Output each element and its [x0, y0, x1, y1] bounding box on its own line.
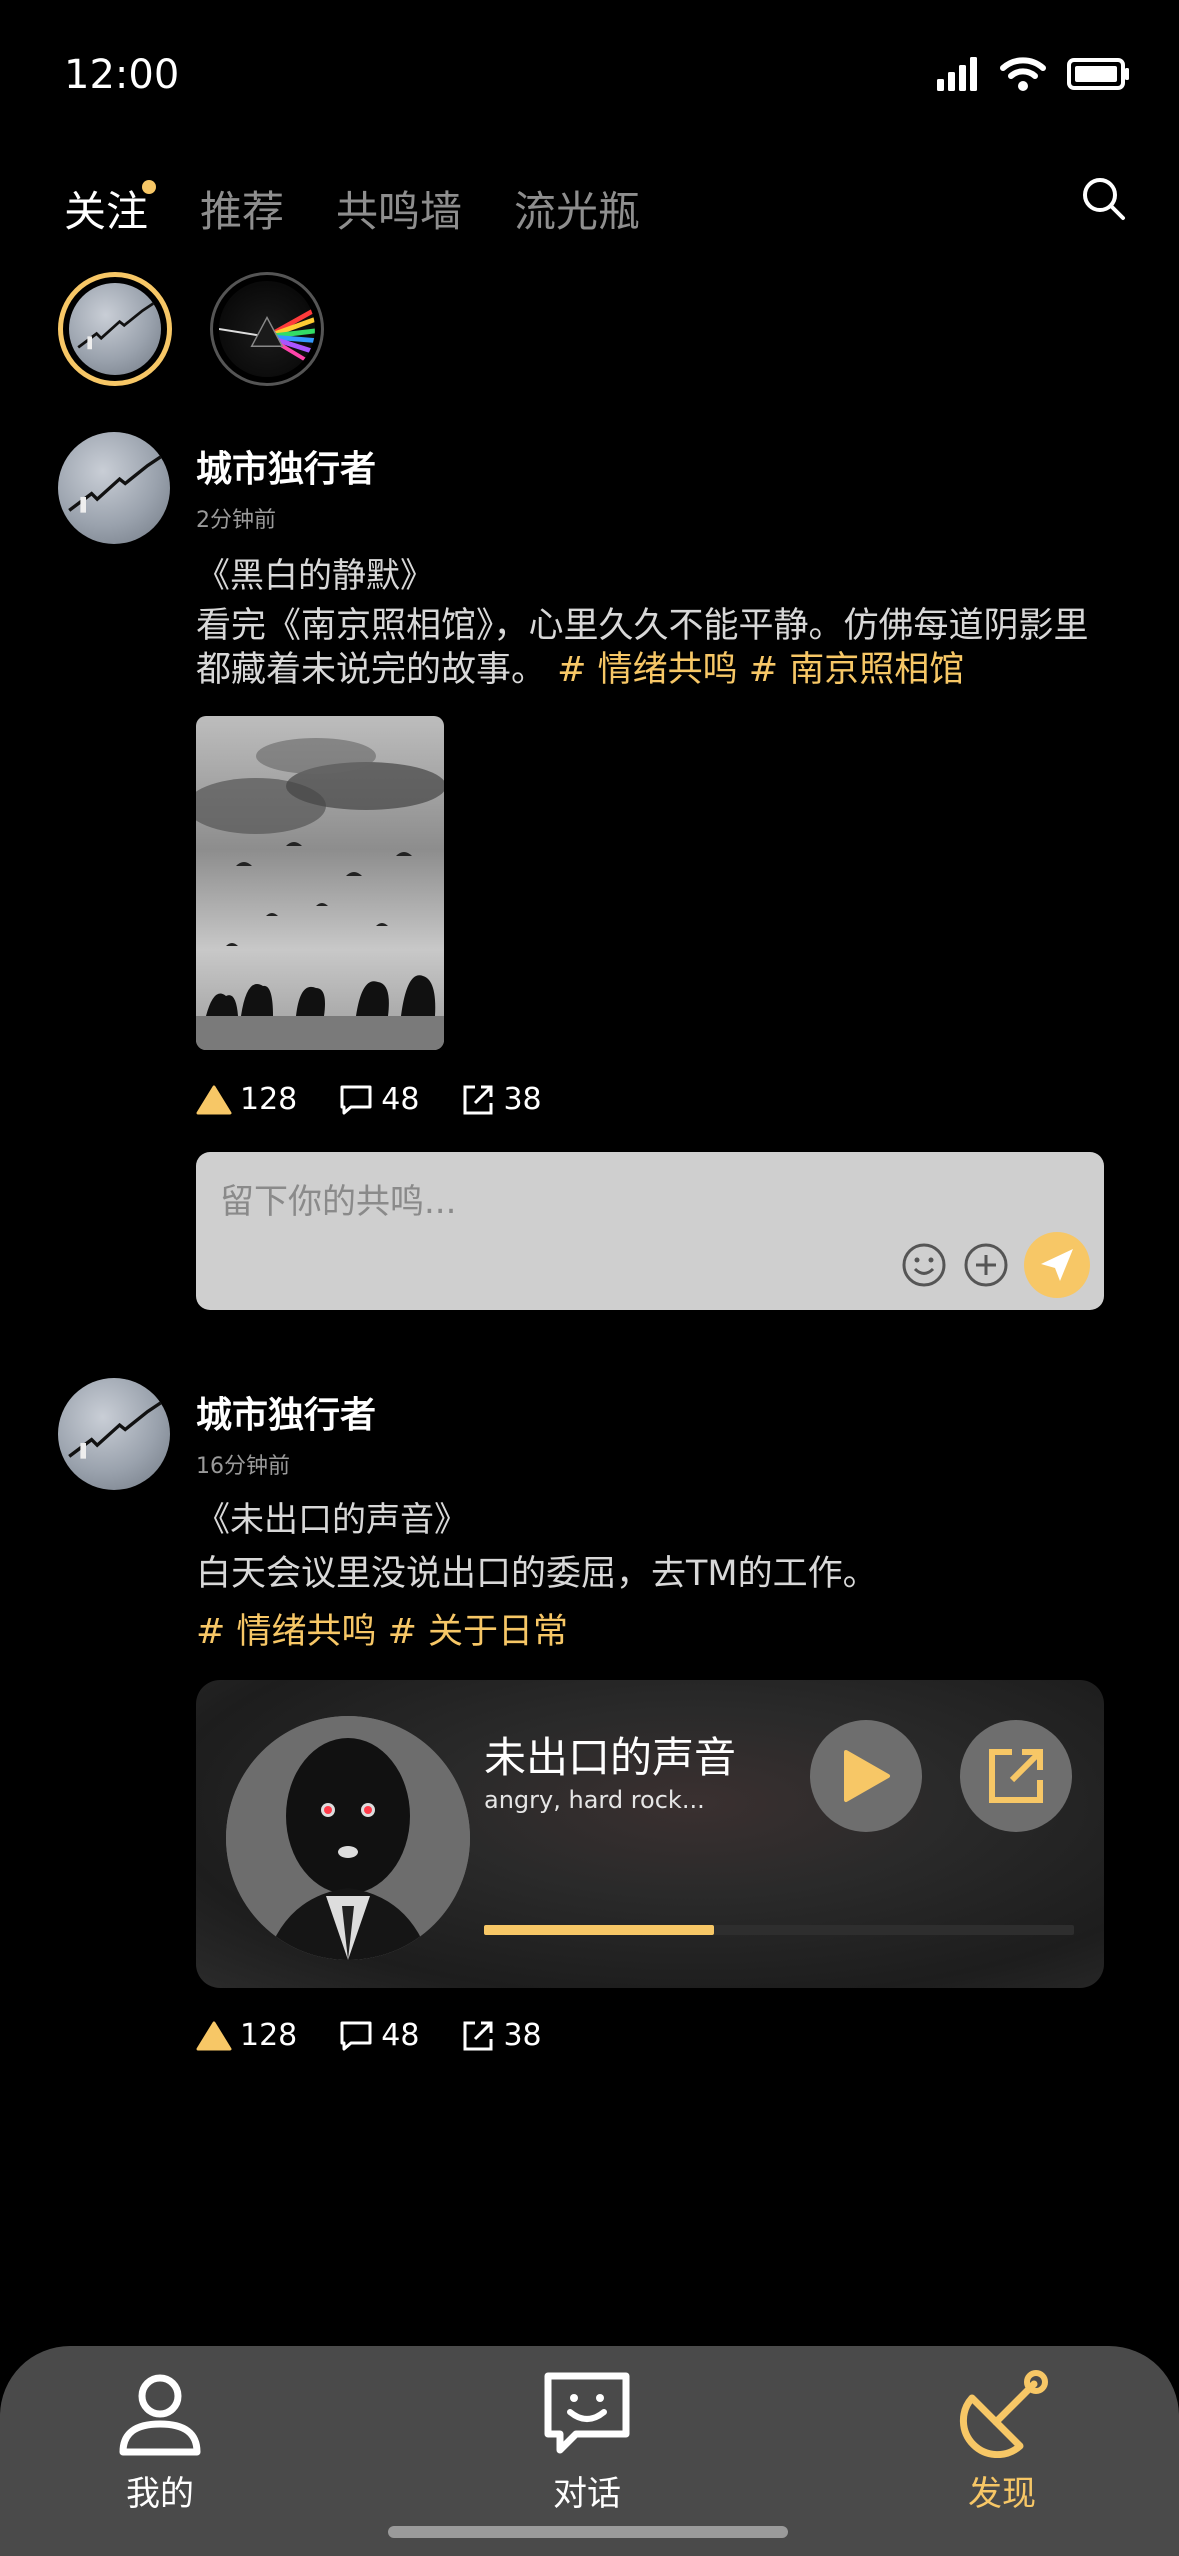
music-progress-fill: [484, 1925, 715, 1935]
search-icon: [1083, 178, 1125, 220]
wifi-icon: [1000, 57, 1046, 91]
music-title: 未出口的声音: [484, 1733, 737, 1782]
emoji-icon[interactable]: [900, 1241, 948, 1289]
author-name[interactable]: 城市独行者: [196, 1386, 376, 1438]
nav-item-me[interactable]: 我的: [70, 2368, 250, 2515]
like-count: 128: [240, 1082, 298, 1117]
bottom-nav: 我的 对话 发现: [0, 2346, 1179, 2556]
hashtag[interactable]: # 情绪共鸣: [557, 650, 737, 690]
comment-tools: [900, 1232, 1090, 1298]
comment-icon: [340, 1085, 372, 1114]
share-count: 38: [503, 1082, 542, 1117]
tab-label: 推荐: [200, 187, 285, 236]
post-time: 16分钟前: [196, 1454, 290, 1479]
post-actions: 128 48 38: [196, 1082, 542, 1117]
add-icon[interactable]: [962, 1241, 1010, 1289]
like-button[interactable]: 128: [196, 1082, 297, 1117]
battery-icon: [1067, 58, 1129, 90]
person-icon: [119, 2374, 201, 2456]
author-avatar[interactable]: [58, 1378, 170, 1490]
nav-label: 我的: [126, 2474, 194, 2514]
tab-label: 关注: [64, 187, 149, 236]
tab-recommend[interactable]: 推荐: [200, 178, 284, 239]
status-time: 12:00: [64, 52, 180, 98]
like-button[interactable]: 128: [196, 2018, 297, 2053]
nav-label: 发现: [968, 2474, 1036, 2514]
post-title: 《未出口的声音》: [196, 1500, 468, 1540]
notification-dot: [142, 180, 157, 194]
hashtag[interactable]: # 关于日常: [388, 1612, 568, 1652]
play-icon: [844, 1750, 890, 1802]
share-music-button[interactable]: [960, 1720, 1072, 1832]
author-name[interactable]: 城市独行者: [196, 440, 376, 492]
hashtag[interactable]: # 情绪共鸣: [196, 1612, 376, 1652]
nav-item-chat[interactable]: 对话: [497, 2368, 677, 2515]
post-body: 白天会议里没说出口的委屈，去TM的工作。 # 情绪共鸣 # 关于日常: [196, 1552, 1116, 1654]
chat-icon: [544, 2372, 630, 2454]
hashtag[interactable]: # 南京照相馆: [749, 650, 964, 690]
discover-icon: [959, 2370, 1048, 2458]
home-indicator: [388, 2526, 788, 2538]
nav-label: 对话: [553, 2474, 621, 2514]
signal-icon: [937, 57, 977, 91]
share-button[interactable]: 38: [461, 2018, 542, 2053]
post-title: 《黑白的静默》: [196, 556, 434, 596]
music-card[interactable]: 未出口的声音 angry, hard rock...: [196, 1680, 1104, 1988]
author-avatar[interactable]: [58, 432, 170, 544]
top-tabs: 关注 推荐 共鸣墙 流光瓶: [64, 178, 640, 239]
tab-label: 共鸣墙: [336, 187, 463, 236]
share-icon: [463, 2021, 493, 2050]
triangle-like-icon: [196, 1085, 232, 1114]
post-body: 看完《南京照相馆》，心里久久不能平静。仿佛每道阴影里都藏着未说完的故事。 # 情…: [196, 604, 1116, 692]
comment-button[interactable]: 48: [339, 2018, 419, 2053]
music-progress[interactable]: [484, 1925, 1074, 1935]
share-button[interactable]: 38: [461, 1082, 542, 1117]
send-icon: [1041, 1249, 1073, 1281]
tab-light-bottle[interactable]: 流光瓶: [514, 178, 640, 239]
tab-resonance-wall[interactable]: 共鸣墙: [336, 178, 462, 239]
post-body-text: 白天会议里没说出口的委屈，去TM的工作。: [196, 1554, 878, 1594]
like-count: 128: [240, 2018, 298, 2053]
music-cover-art: [226, 1716, 470, 1960]
play-button[interactable]: [810, 1720, 922, 1832]
comment-placeholder: 留下你的共鸣...: [220, 1182, 457, 1222]
comment-count: 48: [381, 1082, 420, 1117]
send-button[interactable]: [1024, 1232, 1090, 1298]
nav-item-discover[interactable]: 发现: [912, 2368, 1092, 2515]
tab-label: 流光瓶: [514, 187, 641, 236]
comment-count: 48: [381, 2018, 420, 2053]
tab-follow[interactable]: 关注: [64, 178, 157, 239]
status-bar: 12:00: [0, 0, 1179, 160]
external-share-icon: [989, 1749, 1043, 1803]
story-avatar[interactable]: [210, 272, 324, 386]
story-row: [58, 272, 324, 386]
music-subtitle: angry, hard rock...: [484, 1786, 705, 1814]
triangle-like-icon: [196, 2021, 232, 2050]
comment-input[interactable]: 留下你的共鸣...: [196, 1152, 1104, 1310]
post-actions: 128 48 38: [196, 2018, 542, 2053]
share-count: 38: [503, 2018, 542, 2053]
story-avatar[interactable]: [58, 272, 172, 386]
status-icons: [937, 56, 1131, 92]
comment-button[interactable]: 48: [339, 1082, 419, 1117]
search-button[interactable]: [1081, 176, 1127, 222]
post-time: 2分钟前: [196, 508, 276, 533]
post-image[interactable]: [196, 716, 444, 1050]
share-icon: [463, 1085, 493, 1114]
prism-avatar-image: [219, 281, 315, 377]
comment-icon: [340, 2021, 372, 2050]
moon-avatar-image: [69, 283, 161, 375]
